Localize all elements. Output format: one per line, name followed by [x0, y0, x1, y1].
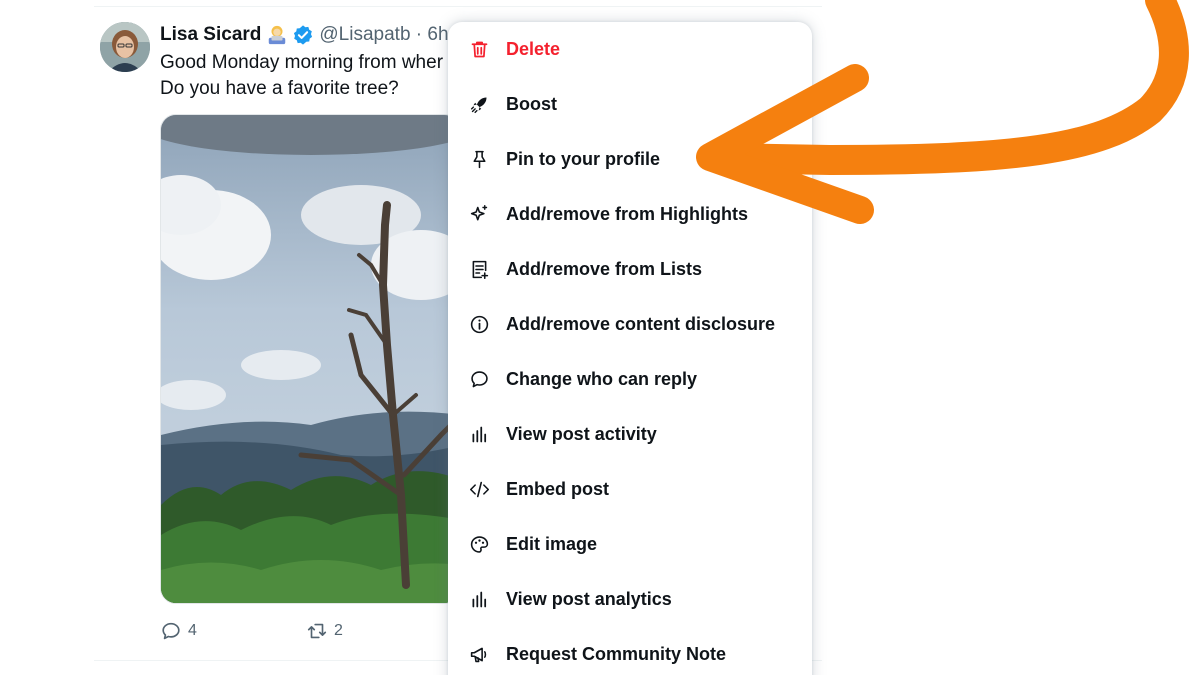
menu-item-label: Embed post	[506, 479, 610, 499]
image-edit-icon	[468, 534, 490, 556]
menu-item-content-disclosure[interactable]: Add/remove content disclosure	[448, 297, 812, 352]
post-options-menu: Delete Boost Pin to your profile Add/rem…	[448, 22, 812, 675]
tweet-text-line: Good Monday morning from wher	[160, 52, 444, 73]
menu-item-label: Delete	[506, 39, 561, 59]
menu-item-change-reply[interactable]: Change who can reply	[448, 352, 812, 407]
repost-button[interactable]: 2	[306, 620, 343, 642]
reply-button[interactable]: 4	[160, 620, 306, 642]
menu-item-label: View post analytics	[506, 589, 672, 609]
menu-item-post-analytics[interactable]: View post analytics	[448, 572, 812, 627]
megaphone-icon	[468, 644, 490, 666]
menu-item-label: Add/remove content disclosure	[506, 314, 776, 334]
verified-badge-icon	[294, 25, 313, 45]
code-icon	[468, 479, 490, 501]
reply-count: 4	[188, 622, 197, 639]
menu-item-pin[interactable]: Pin to your profile	[448, 132, 812, 187]
list-add-icon	[468, 259, 490, 281]
menu-item-community-note[interactable]: Request Community Note	[448, 627, 812, 675]
technologist-emoji-icon	[269, 25, 286, 45]
tweet-header: Lisa Sicard @Lisapatb · 6h	[160, 22, 449, 48]
menu-item-label: View post activity	[506, 424, 657, 444]
repost-count: 2	[334, 622, 343, 639]
menu-item-boost[interactable]: Boost	[448, 77, 812, 132]
menu-item-label: Request Community Note	[506, 644, 727, 664]
menu-item-post-activity[interactable]: View post activity	[448, 407, 812, 462]
info-circle-icon	[468, 314, 490, 336]
tweet-actions: 4 2	[160, 620, 343, 642]
menu-item-label: Change who can reply	[506, 369, 698, 389]
menu-item-edit-image[interactable]: Edit image	[448, 517, 812, 572]
menu-item-label: Add/remove from Highlights	[506, 204, 749, 224]
rocket-icon	[468, 94, 490, 116]
menu-item-delete[interactable]: Delete	[448, 22, 812, 77]
menu-item-label: Pin to your profile	[506, 149, 661, 169]
menu-item-label: Add/remove from Lists	[506, 259, 703, 279]
author-name[interactable]: Lisa Sicard	[160, 24, 261, 46]
reply-icon	[162, 622, 180, 640]
sparkle-icon	[468, 204, 490, 226]
bar-chart-icon	[468, 589, 490, 611]
bar-chart-icon	[468, 424, 490, 446]
tweet-text: Good Monday morning from wher Do you hav…	[160, 50, 443, 102]
speech-bubble-icon	[468, 369, 490, 391]
author-handle-time[interactable]: @Lisapatb · 6h	[319, 24, 448, 46]
avatar[interactable]	[100, 22, 150, 72]
tweet-photo[interactable]	[160, 114, 460, 604]
menu-item-highlights[interactable]: Add/remove from Highlights	[448, 187, 812, 242]
menu-item-lists[interactable]: Add/remove from Lists	[448, 242, 812, 297]
trash-icon	[468, 39, 490, 61]
menu-item-embed[interactable]: Embed post	[448, 462, 812, 517]
repost-icon	[307, 623, 327, 639]
menu-item-label: Edit image	[506, 534, 598, 554]
menu-item-label: Boost	[506, 94, 557, 114]
pin-icon	[468, 149, 490, 171]
tweet-text-line: Do you have a favorite tree?	[160, 78, 399, 99]
